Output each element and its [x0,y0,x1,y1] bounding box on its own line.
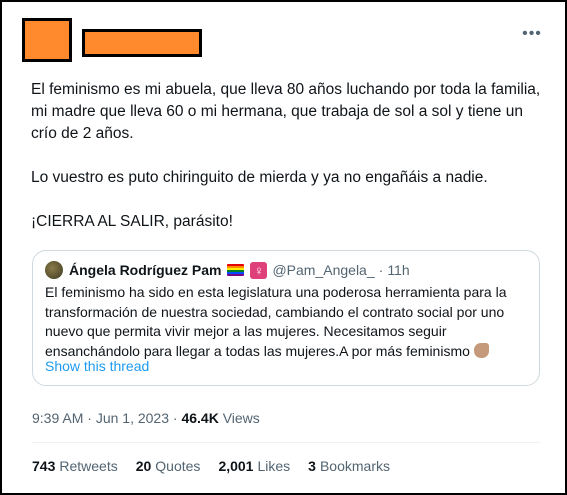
separator-dot: · [172,410,178,426]
divider [32,442,540,443]
quoted-tweet-header: Ángela Rodríguez Pam ♀ @Pam_Angela_ · 11… [45,260,410,280]
separator-dot: · [378,262,384,278]
tweet-paragraph: El feminismo es mi abuela, que lleva 80 … [31,81,541,142]
bookmarks-label: Bookmarks [319,458,390,474]
quoted-tweet-text: El feminismo ha sido en esta legislatura… [45,284,507,359]
quoted-author-handle[interactable]: @Pam_Angela_ [272,262,374,278]
tweet-card: ••• El feminismo es mi abuela, que lleva… [0,0,567,495]
bookmarks-stat[interactable]: 3 Bookmarks [308,458,390,474]
bookmarks-count: 3 [308,458,316,474]
retweets-count: 743 [32,458,56,474]
likes-stat[interactable]: 2,001 Likes [218,458,290,474]
likes-count: 2,001 [218,458,254,474]
more-horizontal-icon[interactable]: ••• [522,26,542,42]
tweet-paragraph: ¡CIERRA AL SALIR, parásito! [31,213,233,230]
quotes-label: Quotes [155,458,201,474]
retweets-stat[interactable]: 743 Retweets [32,458,118,474]
retweets-label: Retweets [59,458,118,474]
tweet-date[interactable]: Jun 1, 2023 [96,410,169,426]
redacted-username[interactable] [82,29,202,57]
tweet-meta: 9:39 AM · Jun 1, 2023 · 46.4K Views [32,410,260,426]
flexed-biceps-icon [473,342,489,358]
tweet-time[interactable]: 9:39 AM [32,410,83,426]
quoted-author-name[interactable]: Ángela Rodríguez Pam [69,262,221,278]
likes-label: Likes [257,458,291,474]
quotes-stat[interactable]: 20 Quotes [136,458,201,474]
tweet-text: El feminismo es mi abuela, que lleva 80 … [31,79,541,255]
quoted-timestamp[interactable]: 11h [387,262,409,278]
views-count: 46.4K [181,410,219,426]
venus-icon: ♀ [250,261,268,279]
quotes-count: 20 [135,458,152,474]
views-label: Views [222,410,260,426]
tweet-paragraph: Lo vuestro es puto chiringuito de mierda… [31,169,488,186]
quoted-tweet[interactable]: Ángela Rodríguez Pam ♀ @Pam_Angela_ · 11… [32,250,540,386]
rainbow-flag-icon [227,264,245,276]
quoted-avatar[interactable] [45,261,63,279]
redacted-avatar[interactable] [22,18,72,62]
separator-dot: · [87,410,92,426]
quoted-tweet-body: El feminismo ha sido en esta legislatura… [45,283,533,361]
engagement-stats: 743 Retweets 20 Quotes 2,001 Likes 3 Bookmar… [32,458,408,474]
show-thread-link[interactable]: Show this thread [45,358,149,374]
